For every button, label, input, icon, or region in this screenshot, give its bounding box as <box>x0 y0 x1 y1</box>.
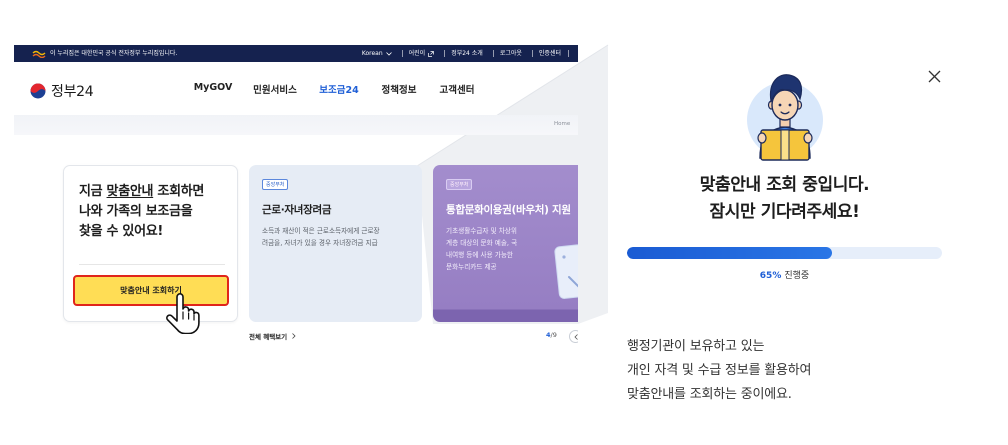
kids-link-label: 어린이 <box>408 50 426 57</box>
external-link-icon <box>428 50 435 57</box>
gov24-page-preview: 이 누리집은 대한민국 공식 전자정부 누리집입니다. Korean 어린이 정… <box>14 45 578 350</box>
nav-customer-center[interactable]: 고객센터 <box>440 82 475 96</box>
auth-center-link[interactable]: 인증센터 <box>527 45 574 62</box>
custom-guide-promo-card: 지금 맞춤안내 조회하면 나와 가족의 보조금을 찾을 수 있어요! 맞춤안내 … <box>63 165 238 322</box>
chevron-left-icon <box>573 333 578 340</box>
benefit-description-line: 기초생활수급자 및 차상위 <box>446 227 517 235</box>
benefit-description-line: 내여행 등에 사용 가능한 <box>446 251 513 259</box>
hand-pointer-icon <box>166 293 200 334</box>
benefit-card-earned-income-tax[interactable]: 중앙부처 근로·자녀장려금 소득과 재산이 적은 근로소득자에게 근로장 려금을… <box>249 165 422 322</box>
promo-line-1-prefix: 지금 <box>79 184 107 199</box>
breadcrumb-band: Home <box>14 115 578 135</box>
custom-guide-search-button[interactable]: 맞춤안내 조회하기 <box>73 275 229 306</box>
gov-official-banner: 이 누리집은 대한민국 공식 전자정부 누리집입니다. Korean 어린이 정… <box>14 45 578 62</box>
gov24-logo-icon <box>30 83 46 99</box>
gov24-logo[interactable]: 정부24 <box>30 81 94 101</box>
progress-bar <box>627 247 942 259</box>
loading-title-line-2: 잠시만 기다려주세요! <box>709 202 860 222</box>
benefit-title: 통합문화이용권(바우처) 지원 <box>446 204 571 216</box>
progress-fill <box>627 247 832 259</box>
view-all-label: 전체 혜택보기 <box>249 333 288 341</box>
benefit-description: 소득과 재산이 적은 근로소득자에게 근로장 려금을, 자녀가 있을 경우 자녀… <box>262 225 380 249</box>
loading-description: 행정기관이 보유하고 있는 개인 자격 및 수급 정보를 활용하여 맞춤안내를 … <box>627 335 812 407</box>
nav-subsidy24[interactable]: 보조금24 <box>319 82 358 96</box>
loading-description-line: 맞춤안내를 조회하는 중이에요. <box>627 387 792 402</box>
ministry-badge: 중앙부처 <box>262 179 289 190</box>
breadcrumb-home[interactable]: Home <box>554 121 570 127</box>
pager-total: 9 <box>552 331 557 339</box>
utility-links: Korean 어린이 정부24 소개 로그아웃 인증센터 <box>357 45 574 62</box>
nav-policy-info[interactable]: 정책정보 <box>382 82 417 96</box>
benefit-description: 기초생활수급자 및 차상위 계층 대상의 문화 예술, 국 내여행 등에 사용 … <box>446 225 517 273</box>
promo-line-2: 나와 가족의 보조금을 <box>79 204 193 219</box>
kids-link[interactable]: 어린이 <box>397 45 440 62</box>
promo-divider <box>79 264 225 265</box>
language-label: Korean <box>361 50 383 57</box>
loading-description-line: 개인 자격 및 수급 정보를 활용하여 <box>627 363 812 378</box>
chevron-down-icon <box>385 51 392 56</box>
promo-headline: 지금 맞춤안내 조회하면 나와 가족의 보조금을 찾을 수 있어요! <box>79 182 204 242</box>
carousel-prev-button[interactable] <box>569 330 578 343</box>
benefit-description-line: 계층 대상의 문화 예술, 국 <box>446 239 518 247</box>
about-gov24-link[interactable]: 정부24 소개 <box>439 45 488 62</box>
promo-line-1: 지금 맞춤안내 조회하면 <box>79 182 204 202</box>
culture-card-illustration <box>554 243 578 299</box>
gov-emblem-icon <box>32 50 46 58</box>
benefit-card-culture-voucher[interactable]: 중앙부처 통합문화이용권(바우처) 지원 기초생활수급자 및 차상위 계층 대상… <box>433 165 578 322</box>
official-site-notice: 이 누리집은 대한민국 공식 전자정부 누리집입니다. <box>50 50 178 57</box>
promo-line-3: 찾을 수 있어요! <box>79 224 164 239</box>
promo-highlight: 맞춤안내 <box>106 184 154 199</box>
benefit-title: 근로·자녀장려금 <box>262 204 332 216</box>
logout-link[interactable]: 로그아웃 <box>488 45 527 62</box>
benefit-description-line: 문화누리카드 제공 <box>446 263 497 271</box>
benefit-description-line: 소득과 재산이 적은 근로소득자에게 근로장 <box>262 227 380 235</box>
carousel-pager: 4/9 <box>546 331 557 339</box>
progress-status: 진행중 <box>784 271 810 281</box>
language-selector[interactable]: Korean <box>357 45 397 62</box>
progress-label: 65% 진행중 <box>627 269 942 283</box>
loading-title-line-1: 맞춤안내 조회 중입니다. <box>699 175 870 195</box>
chevron-right-icon <box>292 333 296 339</box>
promo-line-1-suffix: 조회하면 <box>153 184 205 199</box>
nav-civil-services[interactable]: 민원서비스 <box>253 82 297 96</box>
logo-text: 정부24 <box>51 84 94 100</box>
benefit-description-line: 려금을, 자녀가 있을 경우 자녀장려금 지급 <box>262 239 378 247</box>
ministry-badge: 중앙부처 <box>446 179 473 190</box>
close-icon[interactable] <box>928 70 941 83</box>
man-holding-box-illustration <box>747 74 823 161</box>
progress-percent: 65% <box>759 271 782 281</box>
loading-description-line: 행정기관이 보유하고 있는 <box>627 339 765 354</box>
view-all-benefits-link[interactable]: 전체 혜택보기 <box>249 331 296 341</box>
nav-mygov[interactable]: MyGOV <box>194 82 233 93</box>
loading-title: 맞춤안내 조회 중입니다. 잠시만 기다려주세요! <box>627 172 942 226</box>
